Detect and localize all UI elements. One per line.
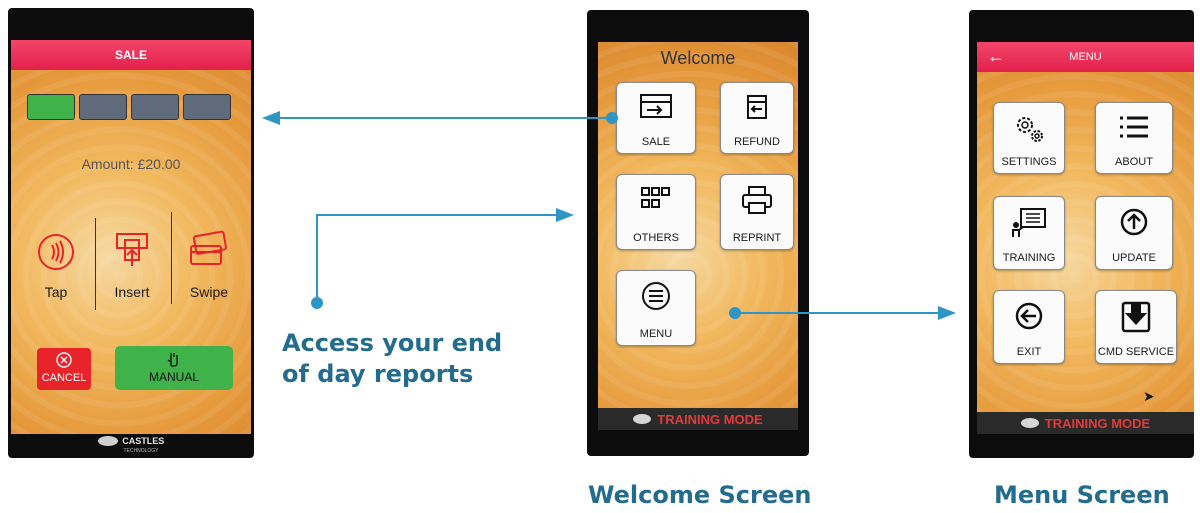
callout-line-1: Access your end xyxy=(282,329,503,357)
reprint-button-label: REPRINT xyxy=(732,232,782,244)
training-mode-bar: TRAINING MODE xyxy=(598,408,798,430)
status-indicator-2 xyxy=(79,94,127,120)
reprint-button[interactable]: REPRINT xyxy=(720,174,794,250)
cmd-service-button[interactable]: CMD SERVICE xyxy=(1095,290,1177,364)
divider xyxy=(95,218,96,310)
castles-logo-icon xyxy=(97,435,118,446)
status-indicator-4 xyxy=(183,94,231,120)
training-mode-bar: TRAINING MODE xyxy=(977,412,1194,434)
brand-sub: TECHNOLOGY xyxy=(123,448,159,454)
menu-caption: Menu Screen xyxy=(994,481,1170,509)
sale-title: SALE xyxy=(114,48,147,62)
printer-icon xyxy=(742,186,772,214)
brand-name: CASTLES xyxy=(122,435,165,446)
chevron-right-icon[interactable]: ➤ xyxy=(1143,388,1155,405)
welcome-caption: Welcome Screen xyxy=(588,481,812,509)
refund-icon xyxy=(747,95,767,119)
refund-button[interactable]: REFUND xyxy=(720,82,794,154)
amount-label: Amount: £20.00 xyxy=(81,156,181,172)
arrowhead xyxy=(556,208,574,222)
tap-label: Tap xyxy=(44,284,68,300)
list-icon xyxy=(1120,116,1148,138)
sale-button-label: SALE xyxy=(641,136,671,148)
menu-title: MENU xyxy=(1069,51,1102,63)
cmd-service-label: CMD SERVICE xyxy=(1097,346,1175,358)
about-button[interactable]: ABOUT xyxy=(1095,102,1173,174)
menu-screen: ← MENU SETTINGS ABOUT TRAINING UPDATE EX… xyxy=(977,42,1194,434)
sale-screen: SALE Amount: £20.00 Tap Insert Swipe CAN… xyxy=(11,40,251,434)
update-label: UPDATE xyxy=(1112,252,1156,264)
swipe-label: Swipe xyxy=(189,284,229,300)
tap-option[interactable]: Tap xyxy=(21,220,91,310)
grid-icon xyxy=(641,187,670,208)
arrowhead xyxy=(938,306,956,320)
card-terminal-icon xyxy=(640,94,672,118)
presentation-icon xyxy=(1012,208,1046,237)
swipe-option[interactable]: Swipe xyxy=(173,220,245,310)
training-label: TRAINING xyxy=(1002,252,1056,264)
exit-label: EXIT xyxy=(1016,346,1042,358)
menu-header: ← MENU xyxy=(977,42,1194,72)
arrowhead xyxy=(262,111,280,125)
welcome-title: Welcome xyxy=(660,48,736,68)
refund-button-label: REFUND xyxy=(734,136,780,148)
manual-label: MANUAL xyxy=(148,370,199,384)
cancel-label: CANCEL xyxy=(41,372,87,384)
update-button[interactable]: UPDATE xyxy=(1095,196,1173,270)
castles-logo-icon xyxy=(633,414,652,424)
cancel-x-icon xyxy=(56,352,72,368)
brand-footer: CASTLES TECHNOLOGY xyxy=(8,432,254,454)
insert-option[interactable]: Insert xyxy=(97,220,167,310)
card-swipe-icon xyxy=(190,230,228,265)
welcome-screen: Welcome SALE REFUND OTHERS REPRINT MENU … xyxy=(598,42,798,430)
callout-text: Access your end of day reports xyxy=(282,328,502,390)
menu-button[interactable]: MENU xyxy=(616,270,696,346)
hand-keypad-icon xyxy=(167,353,178,367)
sale-button[interactable]: SALE xyxy=(616,82,696,154)
training-mode-label: TRAINING MODE xyxy=(657,411,763,427)
sale-header: SALE xyxy=(11,40,251,70)
download-box-icon xyxy=(1121,301,1151,333)
insert-label: Insert xyxy=(114,284,150,300)
upload-icon xyxy=(1120,208,1148,236)
arrow-to-welcome-screen xyxy=(316,214,556,303)
welcome-device: Welcome SALE REFUND OTHERS REPRINT MENU … xyxy=(587,10,809,456)
exit-button[interactable]: EXIT xyxy=(993,290,1065,364)
status-indicator-3 xyxy=(131,94,179,120)
training-button[interactable]: TRAINING xyxy=(993,196,1065,270)
contactless-icon xyxy=(38,234,74,270)
callout-line-2: of day reports xyxy=(282,360,474,388)
sale-device: SALE Amount: £20.00 Tap Insert Swipe CAN… xyxy=(8,8,254,458)
cancel-button[interactable]: CANCEL xyxy=(37,348,91,390)
menu-button-label: MENU xyxy=(639,328,673,340)
menu-icon xyxy=(642,282,670,310)
exit-arrow-icon xyxy=(1015,302,1043,330)
about-label: ABOUT xyxy=(1115,156,1153,168)
others-button[interactable]: OTHERS xyxy=(616,174,696,250)
back-arrow-icon[interactable]: ← xyxy=(987,46,1005,67)
settings-label: SETTINGS xyxy=(1001,156,1057,168)
training-mode-label: TRAINING MODE xyxy=(1044,415,1151,431)
castles-logo-icon xyxy=(1020,418,1039,428)
callout-dot xyxy=(311,297,323,309)
divider xyxy=(171,212,172,304)
card-insert-icon xyxy=(116,233,148,266)
status-indicator-1 xyxy=(27,94,75,120)
settings-button[interactable]: SETTINGS xyxy=(993,102,1065,174)
manual-button[interactable]: MANUAL xyxy=(115,346,233,390)
others-button-label: OTHERS xyxy=(633,232,679,244)
menu-device: ← MENU SETTINGS ABOUT TRAINING UPDATE EX… xyxy=(969,10,1194,458)
gears-icon xyxy=(1017,117,1043,142)
